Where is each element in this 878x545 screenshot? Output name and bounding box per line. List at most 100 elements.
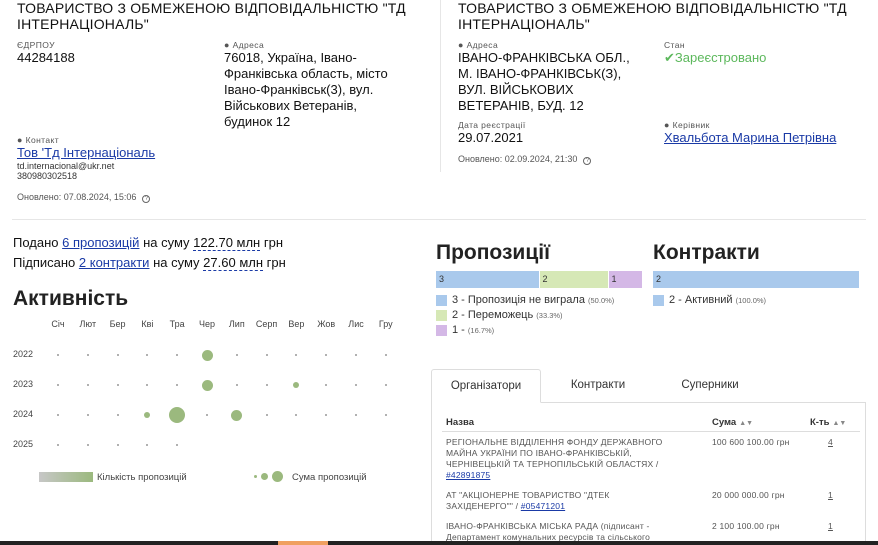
sort-icon[interactable]: ▲▼ xyxy=(739,420,753,427)
contracts-link[interactable]: 2 контракти xyxy=(79,255,150,270)
right-address-line: М. ІВАНО-ФРАНКІВСЬК(З), xyxy=(458,66,622,81)
right-company-name-line1: ТОВАРИСТВО З ОБМЕЖЕНОЮ ВІДПОВІДАЛЬНІСТЮ … xyxy=(458,0,847,16)
grid-dot xyxy=(384,354,387,356)
activity-bubble[interactable] xyxy=(201,379,213,391)
sort-icon[interactable]: ▲▼ xyxy=(832,420,846,427)
proposals-link[interactable]: 6 пропозицій xyxy=(62,235,139,250)
month-label: Кві xyxy=(141,319,154,329)
right-address-line: ІВАНО-ФРАНКІВСЬКА ОБЛ., xyxy=(458,50,630,65)
tab-panel-right-border xyxy=(865,402,866,545)
activity-bubble[interactable] xyxy=(169,407,186,423)
grid-dot xyxy=(206,414,208,416)
grid-dot xyxy=(295,354,298,356)
left-company-name-line2: ІНТЕРНАЦІОНАЛЬ" xyxy=(17,16,149,32)
sum-legend-label: Сума пропозицій xyxy=(292,472,367,483)
grid-dot xyxy=(265,414,268,416)
month-label: Вер xyxy=(288,319,305,329)
month-label: Лют xyxy=(79,319,97,329)
user-icon: ● xyxy=(664,120,670,130)
legend-swatch xyxy=(653,295,664,306)
horizontal-scrollbar-thumb[interactable] xyxy=(278,541,328,545)
org-name-line: ІВАНО-ФРАНКІВСЬКА МІСЬКА РАДА (підписант… xyxy=(446,521,650,531)
help-icon[interactable]: ? xyxy=(583,157,592,165)
month-label: Тра xyxy=(169,319,185,329)
user-icon: ● xyxy=(17,135,23,145)
year-label: 2024 xyxy=(13,409,34,419)
grid-dot xyxy=(325,414,328,416)
head-link[interactable]: Хвальбота Марина Петрівна xyxy=(664,130,836,146)
pin-icon: ● xyxy=(224,40,230,50)
row-count-link[interactable]: 1 xyxy=(828,521,833,532)
right-address-line: ВЕТЕРАНІВ, БУД. 12 xyxy=(458,98,584,113)
check-icon: ✔ xyxy=(664,50,675,65)
head-label: Керівник xyxy=(672,120,710,130)
horizontal-scrollbar-track[interactable] xyxy=(0,541,878,545)
activity-bubble[interactable] xyxy=(144,412,151,418)
grid-dot xyxy=(146,354,149,356)
right-updated: Оновлено: 02.09.2024, 21:30 xyxy=(458,154,578,164)
right-company-name-line2: ІНТЕРНАЦІОНАЛЬ" xyxy=(458,16,590,32)
bar-segment[interactable]: 2 xyxy=(539,271,609,288)
tab-organizers[interactable]: Організатори xyxy=(431,369,541,403)
month-label: Січ xyxy=(51,319,65,329)
status-value: Зареєстровано xyxy=(674,50,767,65)
proposals-bar: 321 xyxy=(436,271,643,288)
contact-label: Контакт xyxy=(25,135,60,145)
col-header-count-wrap[interactable]: К-ть ▲▼ xyxy=(810,417,846,428)
grid-dot xyxy=(265,354,268,356)
pin-icon: ● xyxy=(458,40,464,50)
proposals-title: Пропозиції xyxy=(436,241,550,264)
row-sum: 2 100 100.00 грн xyxy=(712,521,780,531)
status-value-wrap: ✔Зареєстровано xyxy=(664,50,766,66)
legend-item: 3 - Пропозиція не виграла (50.0%) xyxy=(452,294,615,306)
grid-dot xyxy=(57,354,59,356)
org-name-line: РЕГІОНАЛЬНЕ ВІДДІЛЕННЯ ФОНДУ ДЕРЖАВНОГО xyxy=(446,437,663,447)
legend-item: 2 - Активний (100.0%) xyxy=(669,294,767,306)
signed-sum: 27.60 млн xyxy=(203,255,264,271)
left-address-label: Адреса xyxy=(232,40,265,50)
row-sum: 100 600 100.00 грн xyxy=(712,437,790,447)
org-name-line: ЗАХІДЕНЕРГО"" / #05471201 xyxy=(446,501,566,511)
count-legend-swatch xyxy=(39,472,93,482)
contracts-bar: 2 xyxy=(653,271,860,288)
activity-bubble[interactable] xyxy=(293,382,300,388)
grid-dot xyxy=(116,444,119,446)
grid-dot xyxy=(146,384,149,386)
grid-dot xyxy=(86,384,89,386)
table-row: РЕГІОНАЛЬНЕ ВІДДІЛЕННЯ ФОНДУ ДЕРЖАВНОГО … xyxy=(446,437,708,481)
org-code-link[interactable]: #05471201 xyxy=(521,501,565,511)
activity-bubble[interactable] xyxy=(231,409,243,421)
bar-segment[interactable]: 1 xyxy=(608,271,643,288)
legend-item: 2 - Переможець (33.3%) xyxy=(452,309,563,321)
legend-swatch xyxy=(436,325,447,336)
sum-legend-dot-medium xyxy=(261,473,268,480)
col-header-sum-wrap[interactable]: Сума ▲▼ xyxy=(712,417,753,428)
tab-rivals[interactable]: Суперники xyxy=(660,369,760,402)
bar-segment[interactable]: 2 xyxy=(653,271,860,288)
grid-dot xyxy=(116,384,119,386)
grid-dot xyxy=(235,354,238,356)
card-divider xyxy=(440,0,441,172)
org-code-link[interactable]: #42891875 xyxy=(446,470,708,481)
bar-segment[interactable]: 3 xyxy=(436,271,540,288)
signed-unit: грн xyxy=(266,255,286,270)
tab-contracts[interactable]: Контракти xyxy=(550,369,646,402)
grid-dot xyxy=(325,354,328,356)
activity-grid: Січ Лют Бер Кві Тра Чер Лип Серп Вер Жов Лис Гру 202… xyxy=(0,315,420,465)
row-count-link[interactable]: 1 xyxy=(828,490,833,501)
contracts-legend: 2 - Активний (100.0%) xyxy=(653,293,863,313)
grid-dot xyxy=(355,414,357,416)
row-count-link[interactable]: 4 xyxy=(828,437,833,448)
activity-bubble[interactable] xyxy=(201,349,213,361)
left-address-line: Франківська область, місто xyxy=(224,66,388,81)
grid-dot xyxy=(86,414,89,416)
left-updated: Оновлено: 07.08.2024, 15:06 xyxy=(17,192,137,202)
signed-prefix: Підписано xyxy=(13,255,76,270)
org-name-line: ЧЕРНІВЕЦЬКІЙ ТА ТЕРНОПІЛЬСЬКІЙ ОБЛАСТЯХ … xyxy=(446,459,659,469)
help-icon[interactable]: ? xyxy=(142,195,151,203)
col-header-name[interactable]: Назва xyxy=(446,417,474,428)
table-header-divider xyxy=(442,431,860,432)
contact-name-link[interactable]: Тов 'Тд Інтернаціональ xyxy=(17,145,155,161)
right-address: ІВАНО-ФРАНКІВСЬКА ОБЛ., М. ІВАНО-ФРАНКІВ… xyxy=(458,50,658,114)
legend-swatch xyxy=(436,295,447,306)
